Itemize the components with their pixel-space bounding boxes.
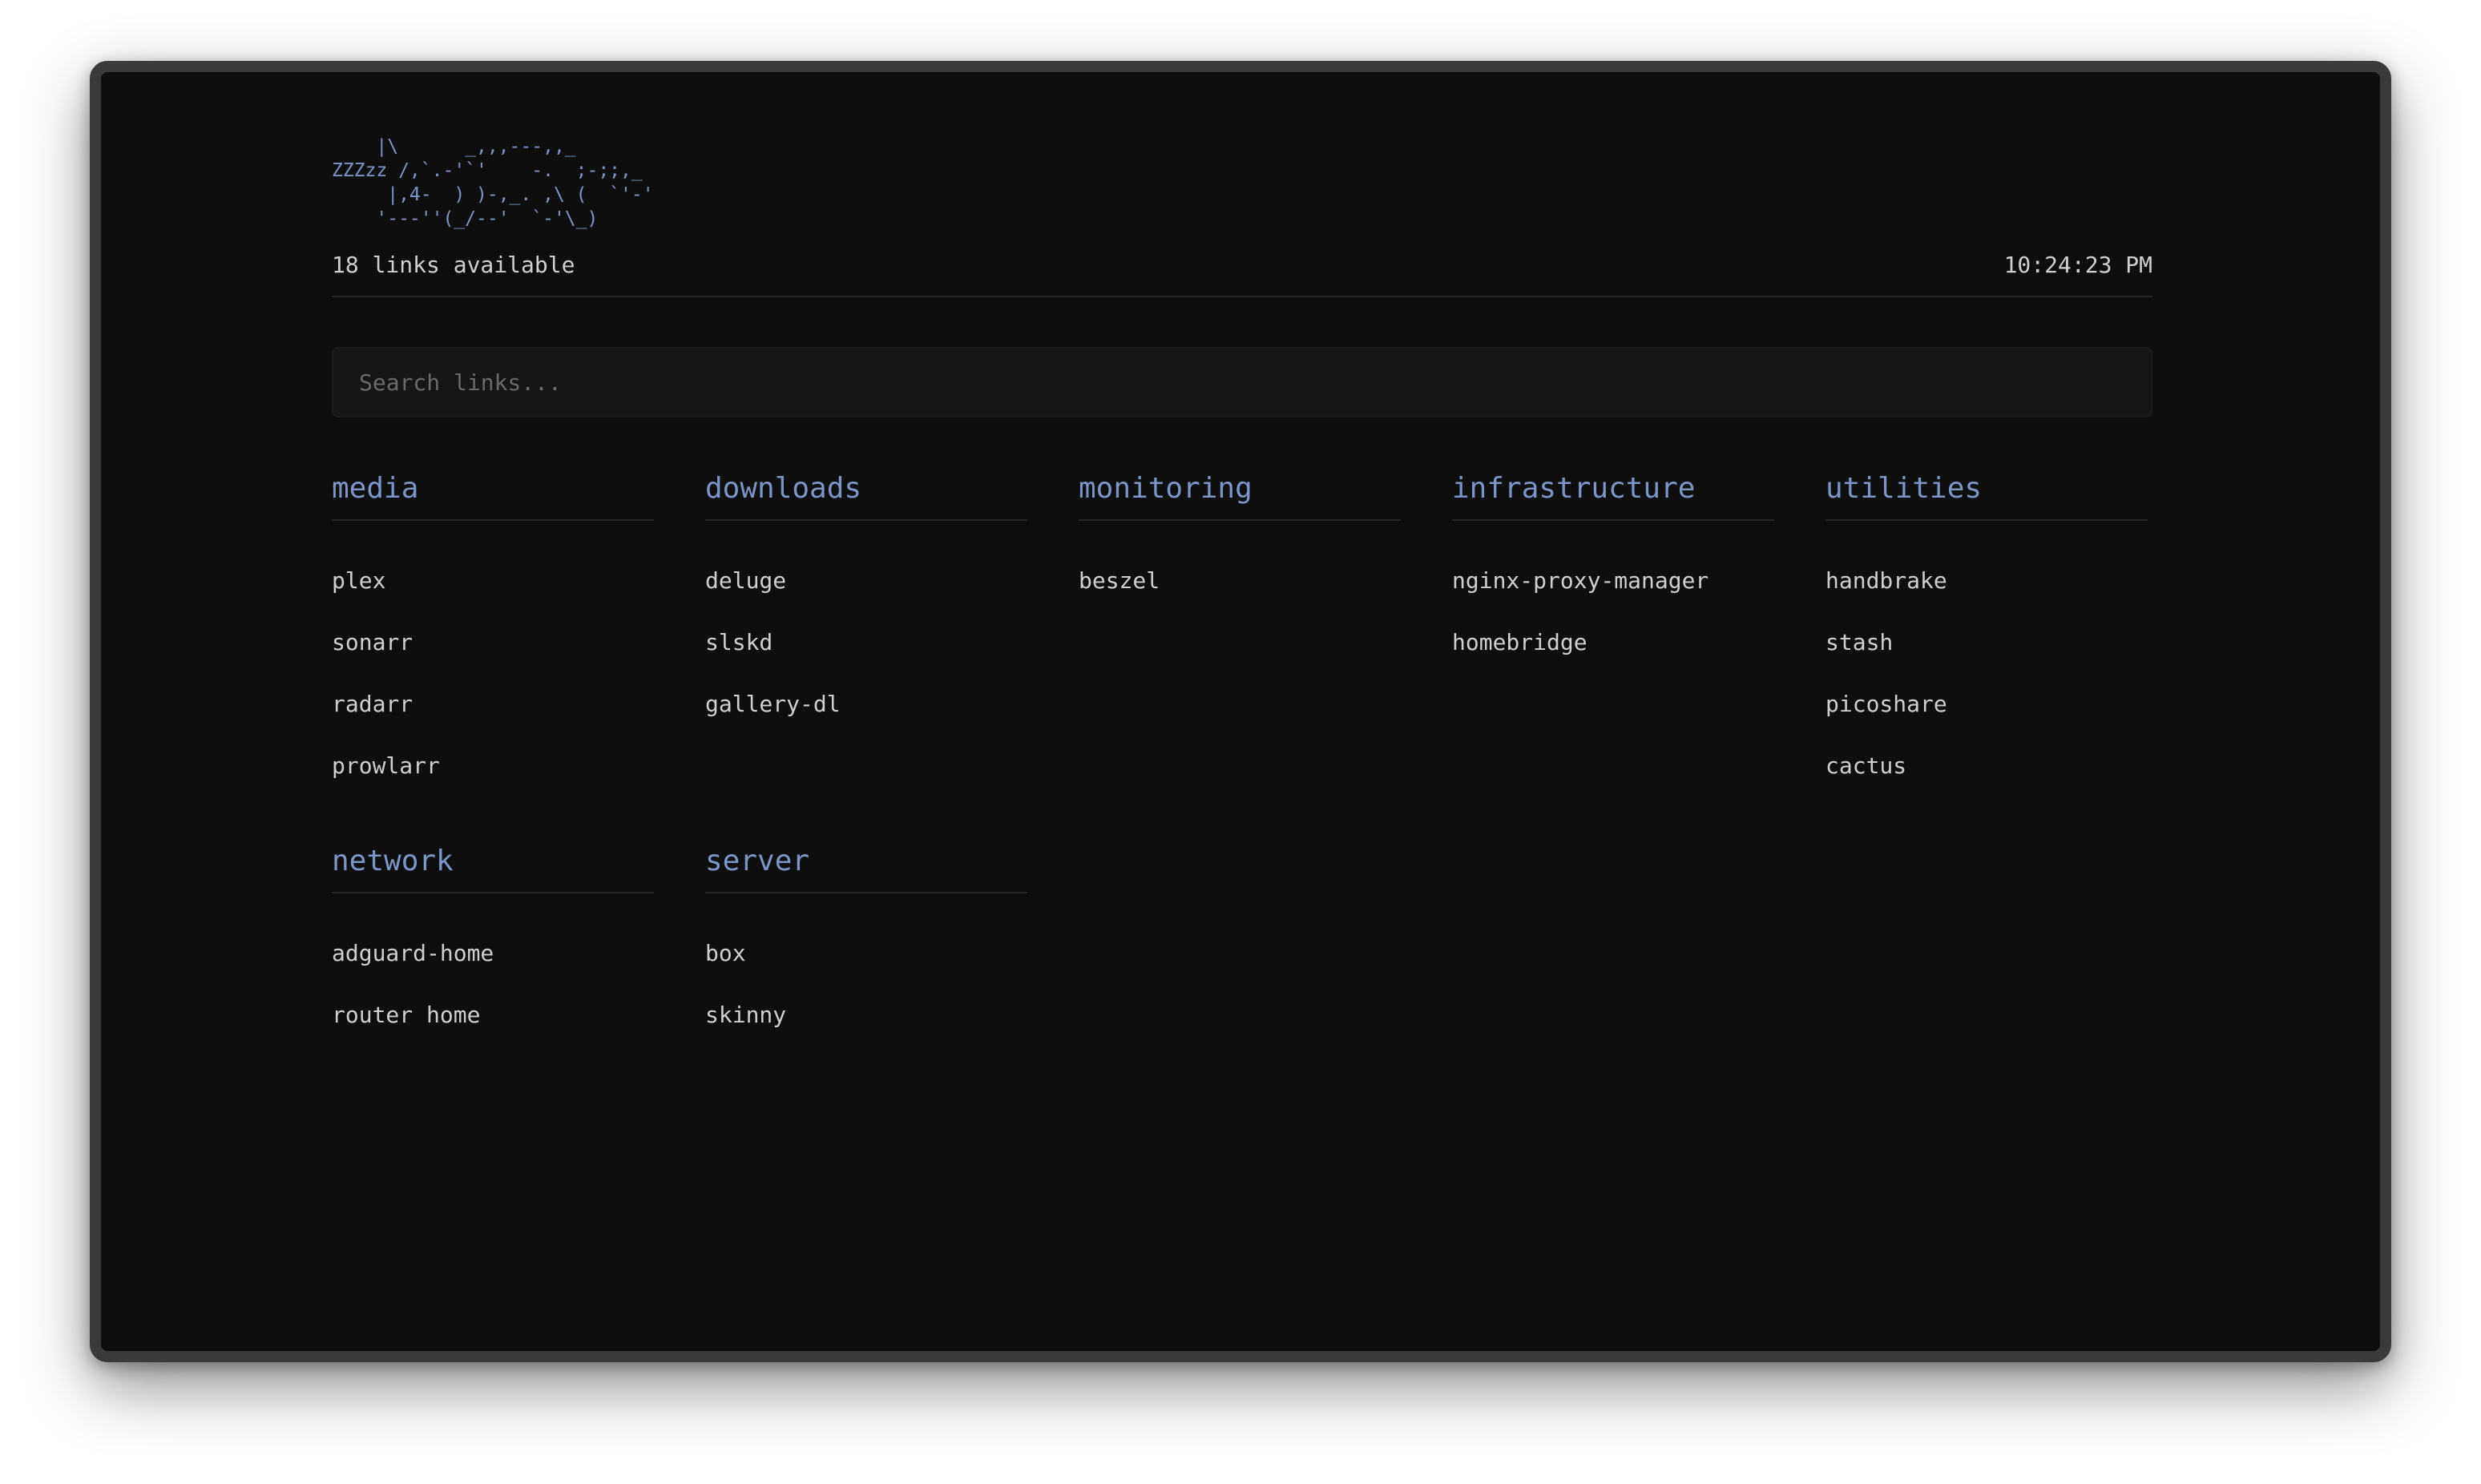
link-adguard-home[interactable]: adguard-home [332,940,494,966]
links-count: 18 links available [332,252,575,278]
link-prowlarr[interactable]: prowlarr [332,752,440,779]
link-sonarr[interactable]: sonarr [332,629,413,655]
category-monitoring: monitoring beszel [1079,472,1401,796]
category-title: utilities [1825,472,2148,521]
link-deluge[interactable]: deluge [705,567,786,594]
categories-grid: media plex sonarr radarr prowlarr downlo… [332,472,2152,1046]
link-list: box skinny [705,922,1027,1046]
link-list: beszel [1079,550,1401,611]
link-cactus[interactable]: cactus [1825,752,1906,779]
category-title: monitoring [1079,472,1401,521]
category-title: infrastructure [1452,472,1774,521]
app-window: |\ _,,,---,,_ ZZZzz /,`.-'`' -. ;-;;,_ |… [90,61,2391,1362]
link-gallery-dl[interactable]: gallery-dl [705,691,841,717]
link-stash[interactable]: stash [1825,629,1893,655]
category-title: server [705,845,1027,893]
category-server: server box skinny [705,845,1027,1046]
category-title: media [332,472,654,521]
ascii-cat-logo: |\ _,,,---,,_ ZZZzz /,`.-'`' -. ;-;;,_ |… [332,136,654,229]
dashboard-content: |\ _,,,---,,_ ZZZzz /,`.-'`' -. ;-;;,_ |… [332,135,2152,1046]
link-beszel[interactable]: beszel [1079,567,1160,594]
link-homebridge[interactable]: homebridge [1452,629,1587,655]
search-box [332,347,2152,417]
category-utilities: utilities handbrake stash picoshare cact… [1825,472,2148,796]
link-skinny[interactable]: skinny [705,1002,786,1028]
category-title: downloads [705,472,1027,521]
link-radarr[interactable]: radarr [332,691,413,717]
link-list: nginx-proxy-manager homebridge [1452,550,1774,673]
link-handbrake[interactable]: handbrake [1825,567,1947,594]
link-box[interactable]: box [705,940,746,966]
link-list: adguard-home router home [332,922,654,1046]
link-slskd[interactable]: slskd [705,629,773,655]
link-picoshare[interactable]: picoshare [1825,691,1947,717]
category-title: network [332,845,654,893]
category-network: network adguard-home router home [332,845,654,1046]
link-list: handbrake stash picoshare cactus [1825,550,2148,796]
link-nginx-proxy-manager[interactable]: nginx-proxy-manager [1452,567,1708,594]
category-downloads: downloads deluge slskd gallery-dl [705,472,1027,796]
category-infrastructure: infrastructure nginx-proxy-manager homeb… [1452,472,1774,796]
link-list: plex sonarr radarr prowlarr [332,550,654,796]
clock: 10:24:23 PM [2003,252,2152,278]
category-media: media plex sonarr radarr prowlarr [332,472,654,796]
link-list: deluge slskd gallery-dl [705,550,1027,735]
link-plex[interactable]: plex [332,567,385,594]
status-bar: 18 links available 10:24:23 PM [332,252,2152,297]
search-input[interactable] [333,349,2151,416]
link-router-home[interactable]: router home [332,1002,480,1028]
